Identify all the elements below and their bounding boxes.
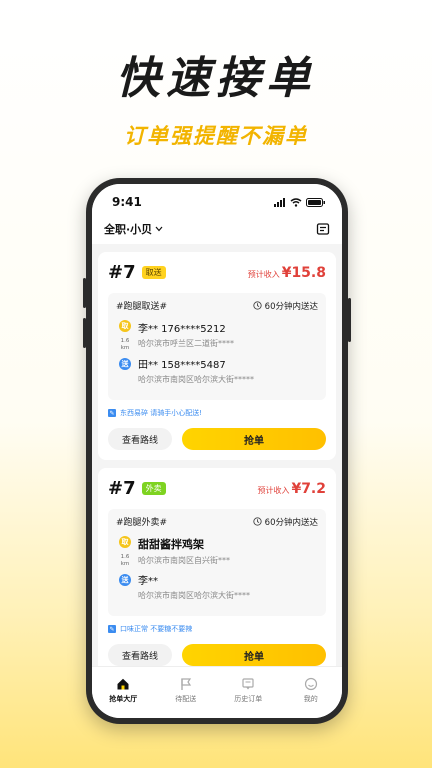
dropoff-address: 哈尔滨市南岗区哈尔滨大街***** <box>138 375 254 384</box>
dropoff-badge: 送 <box>119 358 131 370</box>
phone-frame: 9:41 全职·小贝 #7 取送 预计收入 ¥15.8 #跑腿取送# 60分钟内… <box>83 178 351 724</box>
pickup-title: 李** 176****5212 <box>138 324 226 335</box>
tab-label: 抢单大厅 <box>109 695 138 703</box>
grab-order-button[interactable]: 抢单 <box>182 428 326 450</box>
income-value: ¥7.2 <box>291 480 326 497</box>
clock-icon <box>253 301 262 310</box>
dropoff-address: 哈尔滨市南岗区哈尔滨大街**** <box>138 591 250 600</box>
phone-volume-button <box>83 318 86 348</box>
order-detail: #跑腿外卖# 60分钟内送达 取 1.6 km 送 甜甜酱拌鸡架 哈尔滨市南岗区… <box>108 509 326 616</box>
phone-volume-button <box>83 278 86 308</box>
eta: 60分钟内送达 <box>253 516 318 528</box>
tab-label: 我的 <box>303 695 318 703</box>
eta-text: 60分钟内送达 <box>264 517 318 528</box>
order-detail: #跑腿取送# 60分钟内送达 取 1.6 km 送 李** 176****521… <box>108 293 326 400</box>
wifi-icon <box>290 197 302 207</box>
pickup-title: 甜甜酱拌鸡架 <box>138 538 204 551</box>
pickup-stop: 甜甜酱拌鸡架 哈尔滨市南岗区自兴街*** <box>138 536 318 572</box>
route-info: 取 1.6 km 送 甜甜酱拌鸡架 哈尔滨市南岗区自兴街*** 李** 哈尔滨市… <box>116 536 318 608</box>
status-time: 9:41 <box>112 195 142 209</box>
income-label: 预计收入 <box>247 269 280 279</box>
pickup-address: 哈尔滨市呼兰区二道街**** <box>138 339 234 348</box>
order-number: #7 <box>108 262 136 283</box>
tab-order-hall[interactable]: 抢单大厅 <box>95 677 151 704</box>
tab-pending-delivery[interactable]: 待配送 <box>158 677 214 704</box>
pickup-badge: 取 <box>119 320 131 332</box>
estimated-income: 预计收入 ¥7.2 <box>257 481 326 497</box>
user-switcher[interactable]: 全职·小贝 <box>104 221 163 237</box>
order-card: #7 取送 预计收入 ¥15.8 #跑腿取送# 60分钟内送达 取 1.6 km… <box>98 252 336 460</box>
distance-value: 1.6 <box>120 338 130 344</box>
note-text: 口味正常 不要糖不要辣 <box>120 625 193 633</box>
order-type-tag: 外卖 <box>141 482 166 495</box>
tab-label: 待配送 <box>175 695 197 703</box>
tab-history-orders[interactable]: 历史订单 <box>220 677 276 704</box>
order-note: ✎ 口味正常 不要糖不要辣 <box>108 624 326 634</box>
order-number: #7 <box>108 478 136 499</box>
order-type-tag: 取送 <box>141 266 166 279</box>
order-note: ✎ 东西易碎 请骑手小心配送! <box>108 408 326 418</box>
dropoff-title: 李** <box>138 576 158 587</box>
distance-unit: km <box>120 345 130 351</box>
chevron-down-icon <box>155 226 163 232</box>
clock-icon <box>253 517 262 526</box>
dropoff-badge: 送 <box>119 574 131 586</box>
phone-screen: 9:41 全职·小贝 #7 取送 预计收入 ¥15.8 #跑腿取送# 60分钟内… <box>92 184 342 718</box>
eta: 60分钟内送达 <box>253 300 318 312</box>
note-icon: ✎ <box>108 409 116 417</box>
promo-subline: 订单强提醒不漏单 <box>124 124 308 148</box>
battery-icon <box>306 197 325 207</box>
grab-order-button[interactable]: 抢单 <box>182 644 326 666</box>
pickup-badge: 取 <box>119 536 131 548</box>
status-bar: 9:41 <box>92 184 342 214</box>
order-category: #跑腿外卖# <box>116 518 168 528</box>
income-value: ¥15.8 <box>281 264 326 281</box>
phone-power-button <box>348 298 351 342</box>
app-bar: 全职·小贝 <box>92 214 342 244</box>
dropoff-stop: 李** 哈尔滨市南岗区哈尔滨大街**** <box>138 572 318 608</box>
route-info: 取 1.6 km 送 李** 176****5212 哈尔滨市呼兰区二道街***… <box>116 320 318 392</box>
dropoff-stop: 田** 158****5487 哈尔滨市南岗区哈尔滨大街***** <box>138 356 318 392</box>
bottom-tab-bar: 抢单大厅 待配送 历史订单 我的 <box>92 666 342 718</box>
income-label: 预计收入 <box>257 485 290 495</box>
signal-icon <box>274 197 285 207</box>
tab-label: 历史订单 <box>234 695 263 703</box>
flag-icon <box>181 678 191 690</box>
promo-headline: 快速接单 <box>116 53 316 104</box>
smile-icon <box>304 677 317 691</box>
order-category: #跑腿取送# <box>116 302 168 312</box>
distance-unit: km <box>120 561 130 567</box>
tab-mine[interactable]: 我的 <box>283 677 339 704</box>
scan-order-icon[interactable] <box>316 222 330 236</box>
estimated-income: 预计收入 ¥15.8 <box>248 265 326 281</box>
eta-text: 60分钟内送达 <box>264 301 318 312</box>
note-icon: ✎ <box>108 625 116 633</box>
view-route-button[interactable]: 查看路线 <box>108 644 172 666</box>
distance: 1.6 km <box>121 554 130 568</box>
pickup-address: 哈尔滨市南岗区自兴街*** <box>138 556 230 565</box>
history-icon <box>242 678 254 690</box>
order-list: #7 取送 预计收入 ¥15.8 #跑腿取送# 60分钟内送达 取 1.6 km… <box>92 244 342 676</box>
pickup-stop: 李** 176****5212 哈尔滨市呼兰区二道街**** <box>138 320 318 356</box>
view-route-button[interactable]: 查看路线 <box>108 428 172 450</box>
note-text: 东西易碎 请骑手小心配送! <box>120 409 203 417</box>
distance-value: 1.6 <box>120 554 130 560</box>
dropoff-title: 田** 158****5487 <box>138 360 226 371</box>
order-card: #7 外卖 预计收入 ¥7.2 #跑腿外卖# 60分钟内送达 取 1.6 km … <box>98 468 336 676</box>
user-label: 全职·小贝 <box>104 223 153 236</box>
status-icons <box>274 197 326 207</box>
distance: 1.6 km <box>121 338 130 352</box>
home-icon <box>117 678 129 690</box>
